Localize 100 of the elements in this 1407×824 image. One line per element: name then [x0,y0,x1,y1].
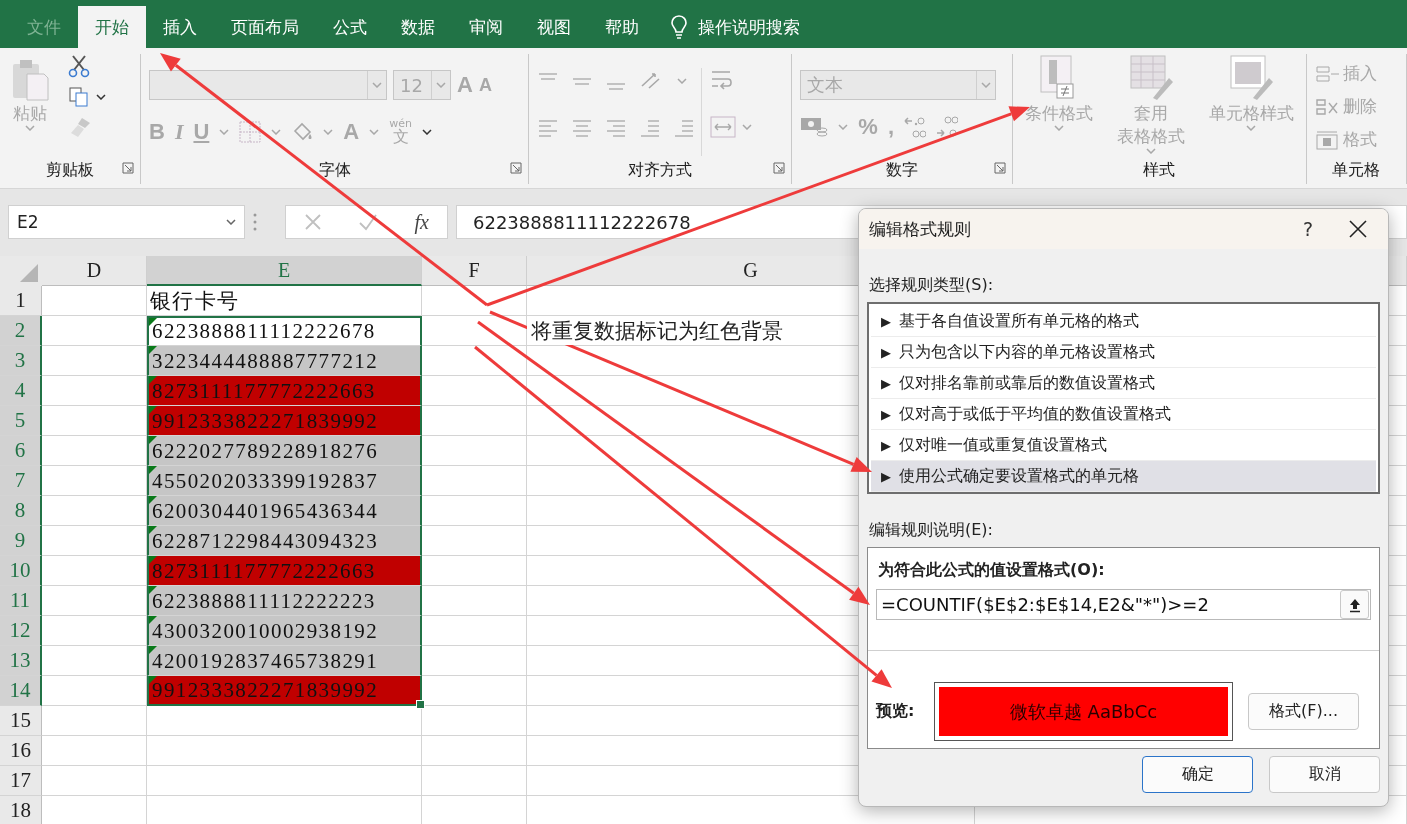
row-header[interactable]: 12 [0,616,42,646]
table-cell[interactable]: 4300320010002938192 [147,616,422,646]
table-cell[interactable]: 4550202033399192837 [147,466,422,496]
caret-icon [369,128,380,135]
row-header[interactable]: 8 [0,496,42,526]
caret-icon [226,219,236,225]
group-label: 数字 [886,159,919,181]
format-preview: 微软卓越 AaBbCc [939,687,1228,736]
ribbon-tab[interactable]: 审阅 [452,6,520,48]
ribbon-tab[interactable]: 插入 [146,6,214,48]
rule-type-item[interactable]: ▶ 使用公式确定要设置格式的单元格 [871,461,1376,492]
empty-cell[interactable] [147,706,422,736]
table-cell[interactable]: 3223444488887777212 [147,346,422,376]
delete-cells-icon [1314,96,1339,117]
section-label: 编辑规则说明(E): [869,520,994,541]
rule-type-item[interactable]: ▶ 仅对排名靠前或靠后的数值设置格式 [871,368,1376,399]
row-header[interactable]: 6 [0,436,42,466]
group-label: 样式 [1143,159,1176,181]
row-header[interactable]: 14 [0,676,42,706]
error-indicator-icon [149,346,157,354]
caret-icon [96,94,106,100]
row-header[interactable]: 17 [0,766,42,796]
empty-cell[interactable] [422,286,527,316]
caret-icon [25,125,35,131]
formula-label: 为符合此公式的值设置格式(O): [878,560,1106,581]
wrap-text-icon[interactable] [710,68,733,92]
formula-input[interactable]: =COUNTIF($E$2:$E$14,E2&"*")>=2 [876,589,1371,620]
caret-icon [838,124,849,130]
row-header[interactable]: 9 [0,526,42,556]
column-header[interactable]: E [147,256,422,286]
insert-function-button[interactable]: fx [414,210,429,234]
caret-icon [1145,147,1156,154]
cell-note: 将重复数据标记为红色背景 [527,317,783,345]
caret-icon [422,128,432,135]
empty-cell[interactable] [147,736,422,766]
row-header[interactable]: 11 [0,586,42,616]
ribbon-tab[interactable]: 帮助 [588,6,656,48]
caret-icon [1246,124,1257,131]
error-indicator-icon [149,318,157,326]
ribbon-tab[interactable]: 公式 [316,6,384,48]
column-header[interactable]: D [42,256,147,286]
row-header[interactable]: 4 [0,376,42,406]
caret-icon [323,128,334,135]
empty-cell[interactable] [422,766,527,796]
rule-type-item[interactable]: ▶ 只为包含以下内容的单元格设置格式 [871,337,1376,368]
grip-icon [253,212,257,232]
help-button[interactable]: ? [1288,218,1328,240]
caret-icon [372,82,382,88]
caret-icon [1053,124,1064,131]
table-cell[interactable]: 4200192837465738291 [147,646,422,676]
table-cell[interactable]: 银行卡号 [147,286,422,316]
row-header[interactable]: 7 [0,466,42,496]
lightbulb-icon[interactable] [670,14,688,40]
rule-type-item[interactable]: ▶ 基于各自值设置所有单元格的格式 [871,306,1376,337]
row-header[interactable]: 2 [0,316,42,346]
empty-cell[interactable] [147,766,422,796]
caret-icon [436,82,446,88]
enter-icon[interactable] [358,213,379,231]
cancel-icon[interactable] [304,213,323,231]
fill-handle[interactable] [416,700,425,709]
empty-cell[interactable] [422,706,527,736]
row-header[interactable]: 16 [0,736,42,766]
row-header[interactable]: 5 [0,406,42,436]
table-cell[interactable]: 8273111177772222663 [147,556,422,586]
dialog-button[interactable]: 取消 [1269,756,1380,793]
table-cell[interactable]: 6222027789228918276 [147,436,422,466]
ribbon-tab[interactable]: 数据 [384,6,452,48]
dialog-button[interactable]: 确定 [1142,756,1253,793]
dialog-title: 编辑格式规则 [869,217,972,241]
row-header[interactable]: 1 [0,286,42,316]
caret-icon [219,128,230,135]
table-cell[interactable]: 6228712298443094323 [147,526,422,556]
caret-icon [271,128,282,135]
group-label: 对齐方式 [628,159,693,181]
merge-cells-icon[interactable] [710,116,737,138]
cell-style-icon [1227,54,1276,102]
rule-type-item[interactable]: ▶ 仅对高于或低于平均值的数值设置格式 [871,399,1376,430]
ribbon-tab[interactable]: 开始 [78,6,146,48]
row-header[interactable]: 3 [0,346,42,376]
row-header[interactable]: 13 [0,646,42,676]
close-icon[interactable] [1349,220,1367,238]
format-button[interactable]: 格式(F)... [1248,693,1359,730]
ribbon-tab[interactable]: 页面布局 [214,6,316,48]
format-cells-icon [1314,129,1339,150]
name-box[interactable]: E2 [8,205,245,239]
caret-icon [677,78,688,84]
tell-me-search[interactable]: 操作说明搜索 [698,15,800,39]
ribbon-tab[interactable]: 视图 [520,6,588,48]
table-cell[interactable]: 8273111177772222663 [147,376,422,406]
empty-cell[interactable] [422,736,527,766]
caret-icon [742,124,753,130]
row-header[interactable]: 18 [0,796,42,824]
table-cell[interactable]: 6200304401965436344 [147,496,422,526]
table-cell[interactable]: 6223888811112222223 [147,586,422,616]
group-label: 单元格 [1332,159,1381,181]
row-header[interactable]: 15 [0,706,42,736]
clipboard-icon [10,58,50,102]
column-header[interactable]: F [422,256,527,286]
caret-icon [981,82,992,88]
row-header[interactable]: 10 [0,556,42,586]
